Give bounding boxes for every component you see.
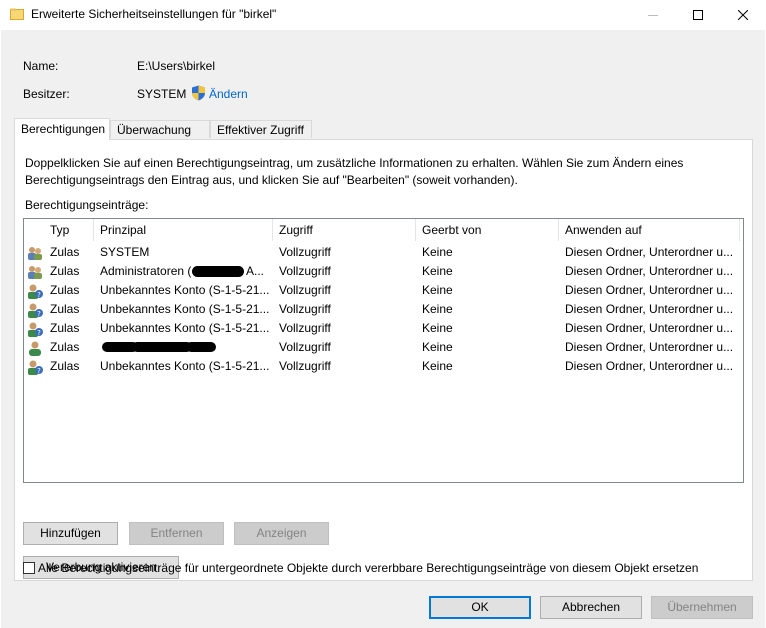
cell-access: Vollzugriff [279, 302, 331, 316]
change-owner-link[interactable]: Ändern [209, 87, 248, 101]
entries-label: Berechtigungseinträge: [25, 198, 149, 212]
table-row[interactable]: ? Zulas Unbekanntes Konto (S-1-5-21... Voll… [24, 357, 743, 376]
permissions-description: Doppelklicken Sie auf einen Berechtigung… [25, 156, 684, 187]
title-bar: Erweiterte Sicherheitseinstellungen für … [0, 0, 766, 30]
cell-inherited: Keine [422, 321, 453, 335]
unknown-user-icon: ? [27, 321, 43, 337]
cell-applies-to: Diesen Ordner, Unterordner u... [565, 302, 734, 316]
cell-applies-to: Diesen Ordner, Unterordner u... [565, 359, 734, 373]
maximize-button[interactable] [675, 0, 721, 30]
column-header-access[interactable]: Zugriff [273, 219, 416, 241]
close-button[interactable] [720, 0, 766, 30]
replace-child-permissions-checkbox[interactable] [23, 562, 35, 574]
ok-button[interactable]: OK [429, 596, 531, 619]
table-row[interactable]: ? Zulas Unbekanntes Konto (S-1-5-21... Voll… [24, 319, 743, 338]
svg-text:?: ? [37, 310, 41, 318]
unknown-user-icon: ? [27, 302, 43, 318]
redaction-mark [132, 342, 192, 352]
cell-type: Zulas [50, 245, 80, 259]
cell-principal-suffix: A... [246, 264, 265, 278]
name-value: E:\Users\birkel [137, 59, 216, 73]
svg-text:?: ? [37, 367, 41, 375]
column-header-type[interactable]: Typ [44, 219, 94, 241]
cell-applies-to: Diesen Ordner, Unterordner u... [565, 321, 734, 335]
cell-access: Vollzugriff [279, 359, 331, 373]
cell-applies-to: Diesen Ordner, Unterordner u... [565, 283, 734, 297]
column-header-inherited[interactable]: Geerbt von [416, 219, 559, 241]
minimize-icon [648, 15, 658, 16]
cell-inherited: Keine [422, 264, 453, 278]
cell-inherited: Keine [422, 340, 453, 354]
table-row[interactable]: Zulas SYSTEM Vollzugriff Keine Diesen Ordner… [24, 243, 743, 262]
cell-access: Vollzugriff [279, 340, 331, 354]
cell-type: Zulas [50, 302, 80, 316]
owner-label: Besitzer: [23, 87, 70, 101]
cancel-button[interactable]: Abbrechen [540, 596, 642, 619]
user-icon [27, 340, 43, 356]
cell-principal: Unbekanntes Konto (S-1-5-21... [100, 359, 270, 373]
permission-entries-list[interactable]: Typ Prinzipal Zugriff Geerbt von Anwende… [23, 218, 744, 483]
tab-permissions[interactable]: Berechtigungen [14, 118, 110, 140]
cell-principal: Unbekanntes Konto (S-1-5-21... [100, 321, 270, 335]
apply-button[interactable]: Übernehmen [651, 596, 753, 619]
cell-inherited: Keine [422, 302, 453, 316]
group-icon [27, 264, 43, 280]
cell-type: Zulas [50, 283, 80, 297]
cell-inherited: Keine [422, 283, 453, 297]
list-header: Typ Prinzipal Zugriff Geerbt von Anwende… [24, 219, 743, 241]
cell-type: Zulas [50, 264, 80, 278]
cell-principal: Unbekanntes Konto (S-1-5-21... [100, 302, 270, 316]
permissions-panel: Doppelklicken Sie auf einen Berechtigung… [14, 139, 753, 581]
unknown-user-icon: ? [27, 283, 43, 299]
minimize-button[interactable] [630, 0, 676, 30]
replace-child-permissions-label[interactable]: Alle Berechtigungseinträge für untergeor… [38, 561, 698, 575]
cell-principal: Administratoren ( [100, 264, 192, 278]
owner-value: SYSTEM [137, 87, 187, 101]
add-button[interactable]: Hinzufügen [23, 522, 118, 545]
unknown-user-icon: ? [27, 359, 43, 375]
folder-icon [10, 8, 24, 20]
cell-type: Zulas [50, 340, 80, 354]
svg-text:?: ? [37, 291, 41, 299]
cell-principal: Unbekanntes Konto (S-1-5-21... [100, 283, 270, 297]
cell-access: Vollzugriff [279, 245, 331, 259]
tab-effective-access[interactable]: Effektiver Zugriff [210, 120, 312, 138]
dialog-client: Name: E:\Users\birkel Besitzer: SYSTEM Ä… [1, 30, 765, 628]
cell-access: Vollzugriff [279, 283, 331, 297]
cell-applies-to: Diesen Ordner, Unterordner u... [565, 245, 734, 259]
table-row[interactable]: ? Zulas Unbekanntes Konto (S-1-5-21... Voll… [24, 281, 743, 300]
remove-button[interactable]: Entfernen [129, 522, 224, 545]
redaction-mark [192, 266, 244, 277]
redaction-mark [186, 342, 216, 352]
cell-access: Vollzugriff [279, 321, 331, 335]
column-header-applies-to[interactable]: Anwenden auf [559, 219, 740, 241]
svg-text:?: ? [37, 329, 41, 337]
view-button[interactable]: Anzeigen [234, 522, 329, 545]
cell-type: Zulas [50, 359, 80, 373]
name-label: Name: [23, 59, 59, 73]
cell-type: Zulas [50, 321, 80, 335]
table-row[interactable]: Zulas Administratoren ( Vollzugriff Keine Di… [24, 262, 743, 281]
cell-principal: SYSTEM [100, 245, 150, 259]
cell-applies-to: Diesen Ordner, Unterordner u... [565, 264, 734, 278]
tab-auditing[interactable]: Überwachung [110, 120, 210, 138]
maximize-icon [693, 10, 703, 20]
group-icon [27, 245, 43, 261]
uac-shield-icon [192, 85, 205, 101]
close-icon [738, 10, 748, 20]
column-header-principal[interactable]: Prinzipal [94, 219, 273, 241]
table-row[interactable]: ? Zulas Unbekanntes Konto (S-1-5-21... Voll… [24, 300, 743, 319]
table-row[interactable]: Zulas Vollzugriff Keine Diesen Ordner, Unte… [24, 338, 743, 357]
window-title: Erweiterte Sicherheitseinstellungen für … [31, 7, 277, 21]
cell-access: Vollzugriff [279, 264, 331, 278]
cell-inherited: Keine [422, 359, 453, 373]
cell-inherited: Keine [422, 245, 453, 259]
cell-applies-to: Diesen Ordner, Unterordner u... [565, 340, 734, 354]
